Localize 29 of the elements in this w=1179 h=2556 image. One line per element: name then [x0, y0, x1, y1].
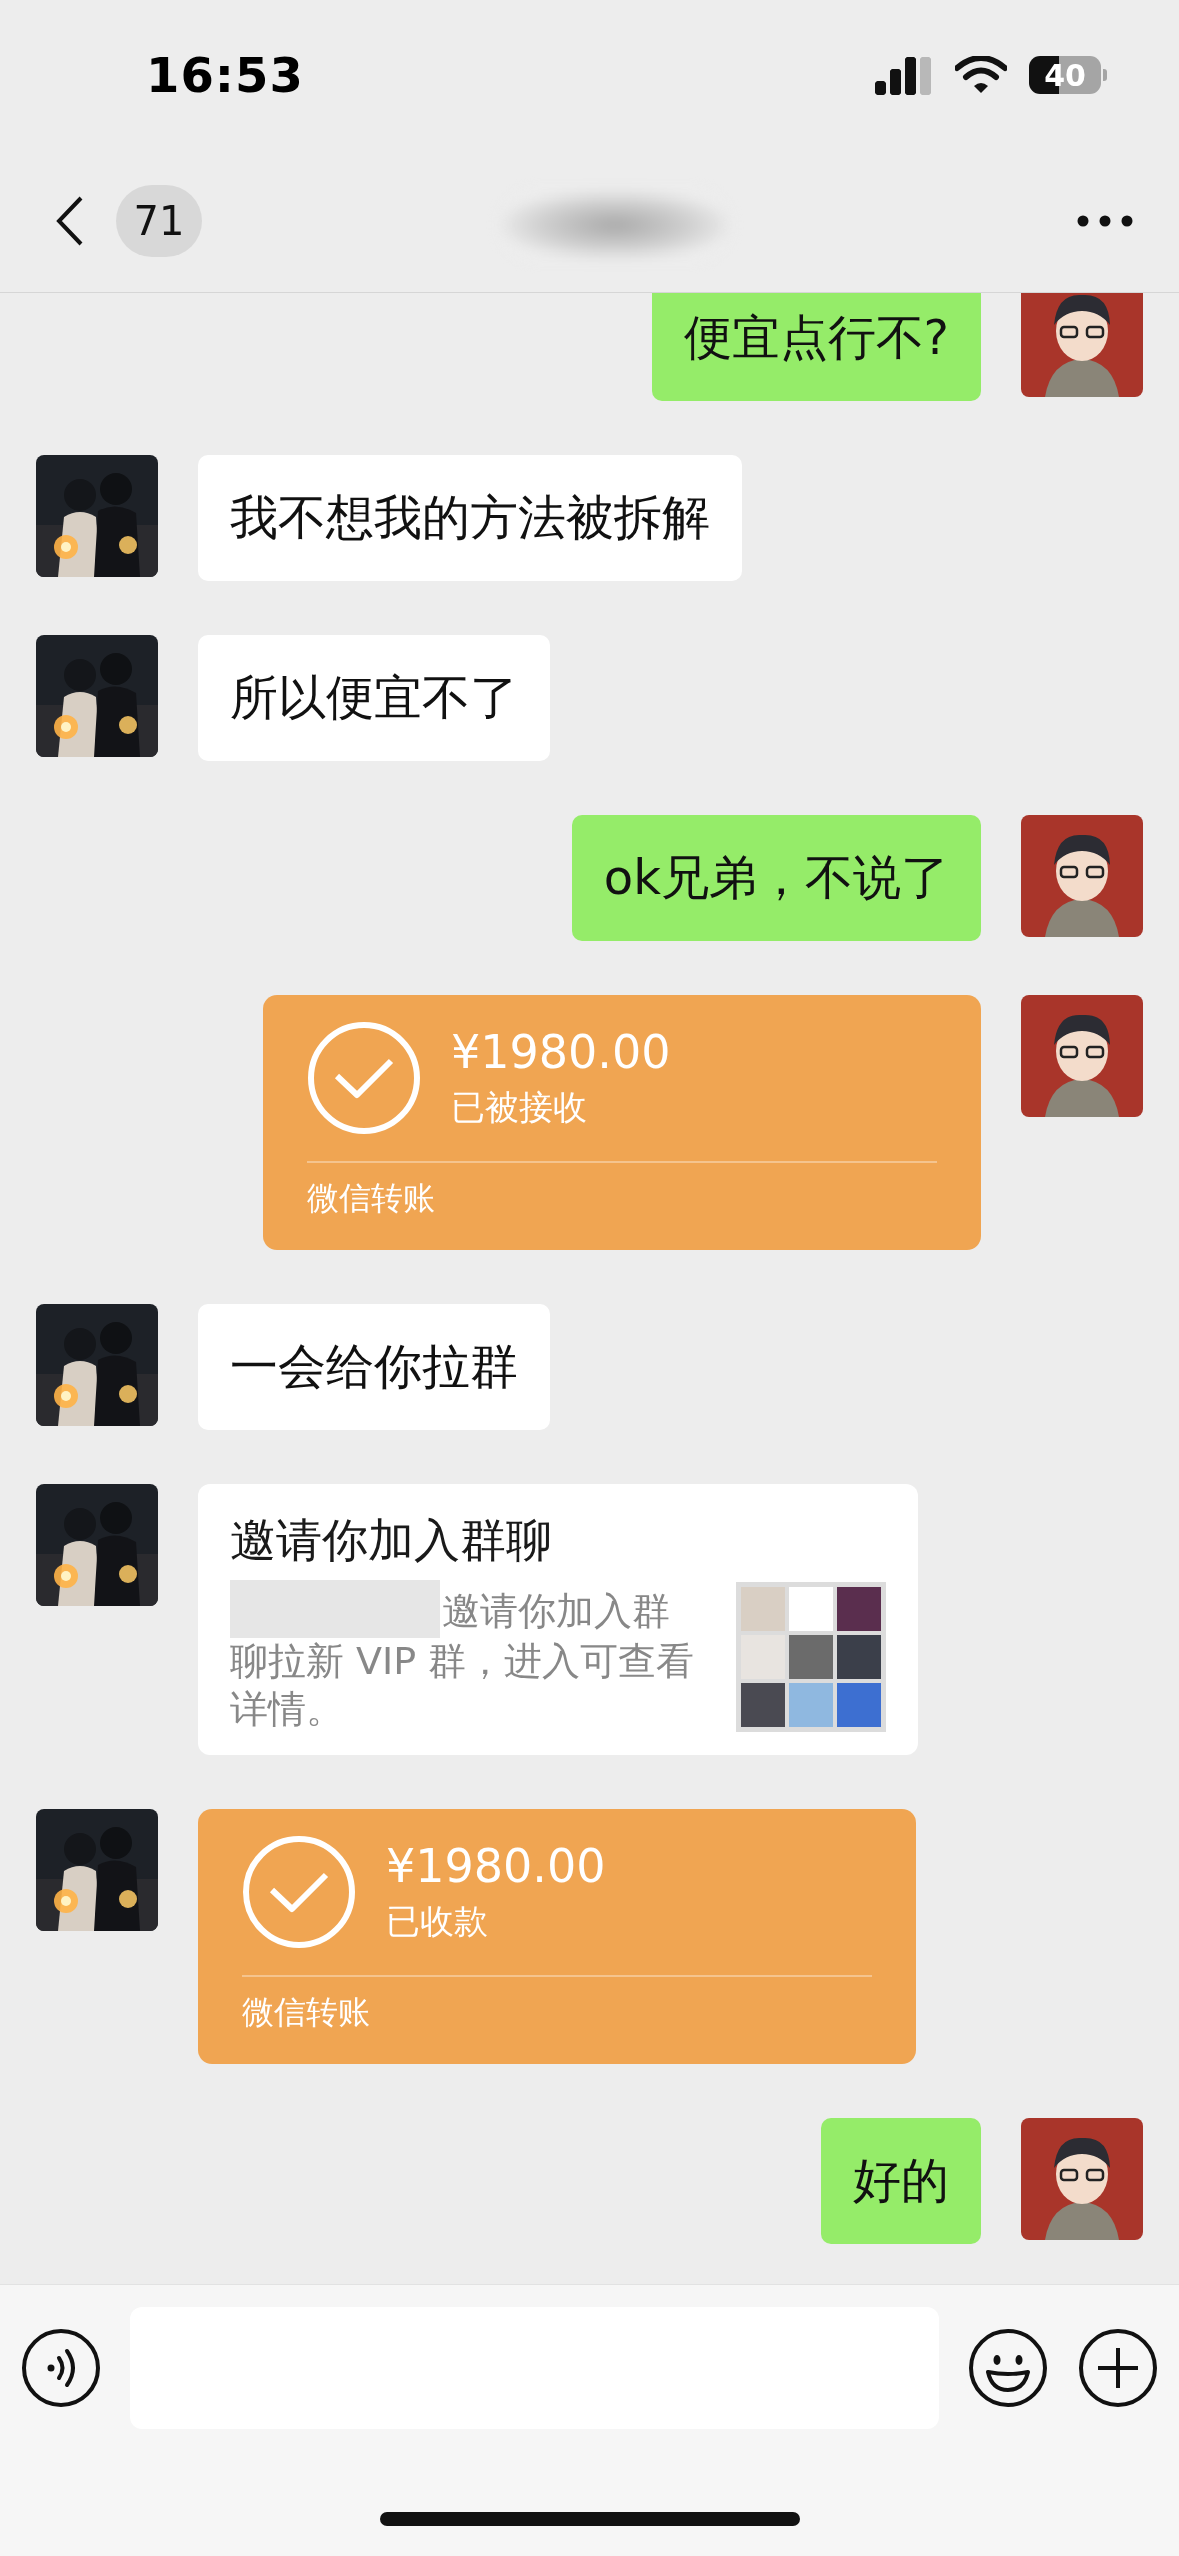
check-circle-icon [242, 1835, 356, 1949]
transfer-label: 微信转账 [307, 1178, 435, 1219]
voice-button[interactable] [20, 2327, 102, 2409]
unread-count-badge[interactable]: 71 [116, 185, 202, 257]
check-circle-icon [307, 1021, 421, 1135]
message-bubble: 一会给你拉群 [198, 1304, 550, 1430]
invite-description: 邀请你加入群聊拉新 VIP 群，进入可查看详情。 [230, 1580, 700, 1733]
message-bubble: 好的 [821, 2118, 981, 2244]
message-bubble: 所以便宜不了 [198, 635, 550, 761]
transfer-status: 已收款 [386, 1900, 489, 1943]
transfer-amount: ¥1980.00 [386, 1839, 606, 1893]
avatar-icon [1021, 995, 1143, 1117]
add-button[interactable] [1077, 2327, 1159, 2409]
signal-icon [875, 55, 933, 95]
emoji-button[interactable] [967, 2327, 1049, 2409]
group-invite-card[interactable]: 邀请你加入群聊 邀请你加入群聊拉新 VIP 群，进入可查看详情。 [198, 1484, 918, 1755]
more-icon [1077, 215, 1133, 227]
avatar-icon [1021, 2118, 1143, 2240]
invite-title: 邀请你加入群聊 [230, 1512, 553, 1569]
message-bubble: ok兄弟，不说了 [571, 815, 981, 941]
transfer-amount: ¥1980.00 [451, 1025, 671, 1079]
transfer-label: 微信转账 [242, 1992, 370, 2033]
message-bubble: 便宜点行不? [651, 293, 981, 401]
message-bubble: 我不想我的方法被拆解 [198, 455, 742, 581]
transfer-status: 已被接收 [451, 1086, 588, 1129]
avatar-icon [1021, 815, 1143, 937]
avatar-icon [1021, 293, 1143, 397]
status-time: 16:53 [146, 47, 304, 103]
wifi-icon [955, 56, 1007, 94]
